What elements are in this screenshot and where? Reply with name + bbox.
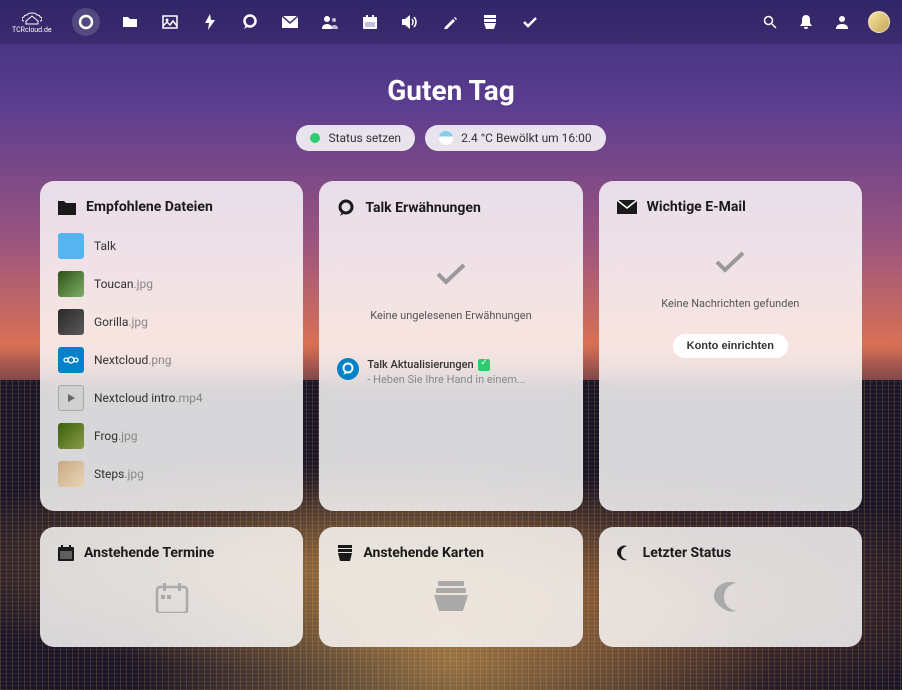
activity-icon[interactable] <box>200 12 220 32</box>
file-item[interactable]: Talk <box>58 233 285 259</box>
widget-files: Empfohlene Dateien Talk Toucan.jpg Goril… <box>40 181 303 511</box>
file-item[interactable]: Nextcloud.png <box>58 347 285 373</box>
talk-empty: Keine ungelesenen Erwähnungen <box>337 231 564 342</box>
image-thumb-icon <box>58 271 84 297</box>
topbar-right <box>760 11 890 33</box>
file-list: Talk Toucan.jpg Gorilla.jpg Nextcloud.pn… <box>58 233 285 487</box>
talk-message[interactable]: Talk Aktualisierungen - Heben Sie Ihre H… <box>337 358 564 386</box>
folder-icon <box>58 199 76 215</box>
calendar-icon[interactable] <box>360 12 380 32</box>
brand-text: TCRcloud.de <box>12 26 52 34</box>
mail-icon[interactable] <box>280 12 300 32</box>
user-avatar[interactable] <box>868 11 890 33</box>
dashboard-icon[interactable] <box>72 8 100 36</box>
cards-title: Anstehende Karten <box>363 545 484 561</box>
setup-account-button[interactable]: Konto einrichten <box>673 334 788 358</box>
weather-label: 2.4 °C Bewölkt um 16:00 <box>461 131 592 145</box>
tasks-icon[interactable] <box>520 12 540 32</box>
verified-check-icon <box>478 359 490 371</box>
folder-thumb-icon <box>58 233 84 259</box>
widget-calendar: Anstehende Termine <box>40 527 303 647</box>
notifications-icon[interactable] <box>796 12 816 32</box>
contacts-menu-icon[interactable] <box>832 12 852 32</box>
image-thumb-icon <box>58 423 84 449</box>
status-pill[interactable]: Status setzen <box>296 125 415 151</box>
status-online-dot <box>310 133 320 143</box>
cloud-house-icon <box>22 11 42 25</box>
last-status-title: Letzter Status <box>643 545 732 561</box>
greeting-title: Guten Tag <box>40 74 862 107</box>
widget-cards: Anstehende Karten <box>319 527 582 647</box>
status-row: Status setzen 2.4 °C Bewölkt um 16:00 <box>40 125 862 151</box>
mail-title: Wichtige E-Mail <box>647 199 746 215</box>
widget-talk: Talk Erwähnungen Keine ungelesenen Erwäh… <box>319 181 582 511</box>
nav-icons <box>72 8 540 36</box>
contacts-icon[interactable] <box>320 12 340 32</box>
dashboard-main: Guten Tag Status setzen 2.4 °C Bewölkt u… <box>0 44 902 667</box>
weather-cloudy-icon <box>439 131 453 145</box>
talk-msg-sub: - Heben Sie Ihre Hand in einem... <box>367 373 525 386</box>
image-thumb-icon <box>58 309 84 335</box>
moon-header-icon <box>617 545 633 561</box>
cards-empty-icon <box>337 581 564 615</box>
status-empty-icon <box>617 581 844 617</box>
talk-icon[interactable] <box>240 12 260 32</box>
image-thumb-icon <box>58 461 84 487</box>
file-item[interactable]: Gorilla.jpg <box>58 309 285 335</box>
status-label: Status setzen <box>328 131 401 145</box>
files-icon[interactable] <box>120 12 140 32</box>
talk-empty-text: Keine ungelesenen Erwähnungen <box>337 309 564 322</box>
notes-icon[interactable] <box>440 12 460 32</box>
mail-header-icon <box>617 200 637 214</box>
widget-last-status: Letzter Status <box>599 527 862 647</box>
mail-empty: Keine Nachrichten gefunden Konto einrich… <box>617 229 844 368</box>
brand-logo[interactable]: TCRcloud.de <box>12 11 52 34</box>
mail-empty-text: Keine Nachrichten gefunden <box>617 297 844 310</box>
photos-icon[interactable] <box>160 12 180 32</box>
deck-icon[interactable] <box>480 12 500 32</box>
checkmark-icon <box>435 261 467 287</box>
checkmark-icon <box>714 249 746 275</box>
talk-msg-title: Talk Aktualisierungen <box>367 358 473 371</box>
deck-header-icon <box>337 545 353 561</box>
weather-pill[interactable]: 2.4 °C Bewölkt um 16:00 <box>425 125 606 151</box>
file-item[interactable]: Toucan.jpg <box>58 271 285 297</box>
calendar-header-icon <box>58 545 74 561</box>
nextcloud-logo-icon <box>58 347 84 373</box>
widget-grid: Empfohlene Dateien Talk Toucan.jpg Goril… <box>40 181 862 647</box>
file-item[interactable]: Steps.jpg <box>58 461 285 487</box>
video-thumb-icon <box>58 385 84 411</box>
talk-title: Talk Erwähnungen <box>365 200 480 216</box>
file-item[interactable]: Nextcloud intro.mp4 <box>58 385 285 411</box>
topbar: TCRcloud.de <box>0 0 902 44</box>
widget-mail: Wichtige E-Mail Keine Nachrichten gefund… <box>599 181 862 511</box>
talk-header-icon <box>337 199 355 217</box>
calendar-title: Anstehende Termine <box>84 545 214 561</box>
search-icon[interactable] <box>760 12 780 32</box>
calendar-empty-icon <box>58 581 285 617</box>
files-title: Empfohlene Dateien <box>86 199 213 215</box>
talk-avatar-icon <box>337 358 359 380</box>
volume-icon[interactable] <box>400 12 420 32</box>
file-item[interactable]: Frog.jpg <box>58 423 285 449</box>
